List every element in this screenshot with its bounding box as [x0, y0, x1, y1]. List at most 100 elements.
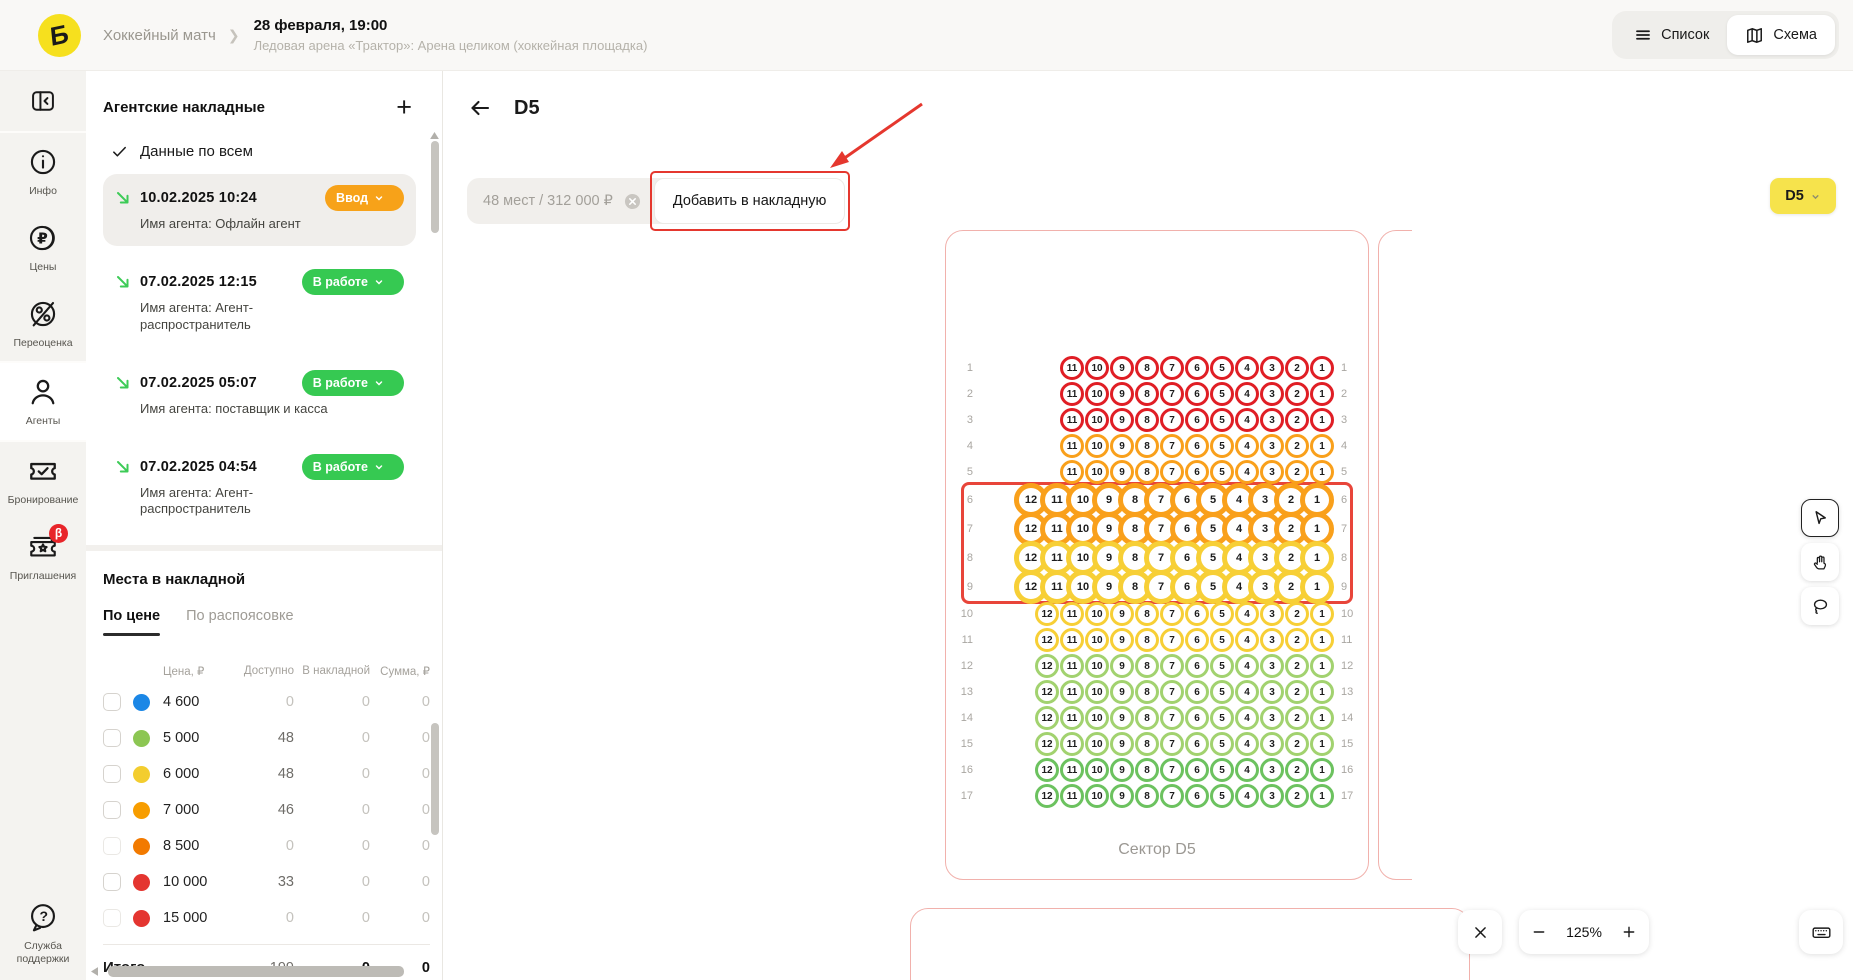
seat-row12-7[interactable]: 7 [1160, 654, 1184, 678]
seat-row15-10[interactable]: 10 [1085, 732, 1109, 756]
seat-row16-2[interactable]: 2 [1285, 758, 1309, 782]
price-row-checkbox[interactable] [103, 729, 121, 747]
seat-row1-11[interactable]: 11 [1060, 356, 1084, 380]
seat-row2-8[interactable]: 8 [1135, 382, 1159, 406]
seat-row12-12[interactable]: 12 [1035, 654, 1059, 678]
seat-row5-8[interactable]: 8 [1135, 460, 1159, 484]
seat-row1-2[interactable]: 2 [1285, 356, 1309, 380]
seat-row1-9[interactable]: 9 [1110, 356, 1134, 380]
seat-row15-9[interactable]: 9 [1110, 732, 1134, 756]
seat-row5-11[interactable]: 11 [1060, 460, 1084, 484]
select-tool-button[interactable] [1801, 499, 1839, 537]
sector-map[interactable]: 1111098765432112111098765432123111098765… [945, 230, 1369, 880]
seat-row15-6[interactable]: 6 [1185, 732, 1209, 756]
seat-row5-6[interactable]: 6 [1185, 460, 1209, 484]
seat-row17-7[interactable]: 7 [1160, 784, 1184, 808]
price-row-checkbox[interactable] [103, 837, 121, 855]
seat-row16-12[interactable]: 12 [1035, 758, 1059, 782]
sidebar-item-prices[interactable]: ₽Цены [0, 209, 86, 285]
seat-row15-8[interactable]: 8 [1135, 732, 1159, 756]
seat-row10-7[interactable]: 7 [1160, 602, 1184, 626]
seat-row11-10[interactable]: 10 [1085, 628, 1109, 652]
seat-row1-4[interactable]: 4 [1235, 356, 1259, 380]
seat-row3-9[interactable]: 9 [1110, 408, 1134, 432]
zoom-in-icon[interactable] [1621, 924, 1637, 940]
seat-row14-9[interactable]: 9 [1110, 706, 1134, 730]
seat-row3-3[interactable]: 3 [1260, 408, 1284, 432]
pan-tool-button[interactable] [1801, 543, 1839, 581]
seat-row10-1[interactable]: 1 [1310, 602, 1334, 626]
invoice-status-badge[interactable]: Ввод [325, 185, 404, 211]
app-logo[interactable]: Б [38, 14, 81, 57]
seat-row5-9[interactable]: 9 [1110, 460, 1134, 484]
seat-row5-10[interactable]: 10 [1085, 460, 1109, 484]
neighbor-sector-bottom[interactable] [910, 908, 1470, 980]
price-row-checkbox[interactable] [103, 765, 121, 783]
seat-row1-3[interactable]: 3 [1260, 356, 1284, 380]
seat-row14-1[interactable]: 1 [1310, 706, 1334, 730]
seat-row10-6[interactable]: 6 [1185, 602, 1209, 626]
seat-row16-5[interactable]: 5 [1210, 758, 1234, 782]
scroll-left-icon[interactable] [91, 967, 98, 976]
seat-row5-5[interactable]: 5 [1210, 460, 1234, 484]
seat-row4-9[interactable]: 9 [1110, 434, 1134, 458]
tab-by-zones[interactable]: По распоясовке [186, 608, 293, 636]
seat-row17-3[interactable]: 3 [1260, 784, 1284, 808]
seat-row11-7[interactable]: 7 [1160, 628, 1184, 652]
seat-row15-4[interactable]: 4 [1235, 732, 1259, 756]
seat-row15-12[interactable]: 12 [1035, 732, 1059, 756]
seat-row3-5[interactable]: 5 [1210, 408, 1234, 432]
seat-row2-11[interactable]: 11 [1060, 382, 1084, 406]
seat-row16-6[interactable]: 6 [1185, 758, 1209, 782]
seat-row11-4[interactable]: 4 [1235, 628, 1259, 652]
seat-row2-6[interactable]: 6 [1185, 382, 1209, 406]
seat-row17-5[interactable]: 5 [1210, 784, 1234, 808]
invoice-item[interactable]: 10.02.2025 10:24ВводИмя агента: Офлайн а… [103, 174, 416, 246]
seat-row4-2[interactable]: 2 [1285, 434, 1309, 458]
seat-row3-6[interactable]: 6 [1185, 408, 1209, 432]
seat-row3-1[interactable]: 1 [1310, 408, 1334, 432]
breadcrumb-label[interactable]: Хоккейный матч [103, 27, 216, 44]
seat-row13-5[interactable]: 5 [1210, 680, 1234, 704]
seat-row17-8[interactable]: 8 [1135, 784, 1159, 808]
seat-row11-8[interactable]: 8 [1135, 628, 1159, 652]
invoice-item[interactable]: 07.02.2025 04:54В работеИмя агента: Аген… [103, 443, 416, 532]
seat-row17-9[interactable]: 9 [1110, 784, 1134, 808]
zoom-out-icon[interactable] [1531, 924, 1547, 940]
seat-row17-6[interactable]: 6 [1185, 784, 1209, 808]
seat-row14-11[interactable]: 11 [1060, 706, 1084, 730]
seat-row5-1[interactable]: 1 [1310, 460, 1334, 484]
seat-row10-12[interactable]: 12 [1035, 602, 1059, 626]
seat-row15-11[interactable]: 11 [1060, 732, 1084, 756]
seat-row12-10[interactable]: 10 [1085, 654, 1109, 678]
seat-row11-6[interactable]: 6 [1185, 628, 1209, 652]
sidebar-item-booking[interactable]: Бронирование [0, 442, 86, 518]
seat-row12-9[interactable]: 9 [1110, 654, 1134, 678]
seat-row10-2[interactable]: 2 [1285, 602, 1309, 626]
seat-row13-3[interactable]: 3 [1260, 680, 1284, 704]
seat-row16-11[interactable]: 11 [1060, 758, 1084, 782]
seat-row13-7[interactable]: 7 [1160, 680, 1184, 704]
seat-row13-2[interactable]: 2 [1285, 680, 1309, 704]
seat-row2-5[interactable]: 5 [1210, 382, 1234, 406]
price-row-checkbox[interactable] [103, 801, 121, 819]
seat-row15-5[interactable]: 5 [1210, 732, 1234, 756]
add-to-invoice-button[interactable]: Добавить в накладную [654, 178, 846, 224]
seat-row3-11[interactable]: 11 [1060, 408, 1084, 432]
seat-row4-10[interactable]: 10 [1085, 434, 1109, 458]
invoice-list-scrollbar[interactable] [431, 141, 439, 233]
seat-row13-8[interactable]: 8 [1135, 680, 1159, 704]
seat-row2-7[interactable]: 7 [1160, 382, 1184, 406]
seat-row14-5[interactable]: 5 [1210, 706, 1234, 730]
seat-row4-11[interactable]: 11 [1060, 434, 1084, 458]
seat-row16-4[interactable]: 4 [1235, 758, 1259, 782]
seat-row1-1[interactable]: 1 [1310, 356, 1334, 380]
seat-row12-6[interactable]: 6 [1185, 654, 1209, 678]
invoice-status-badge[interactable]: В работе [302, 454, 404, 480]
seat-row14-4[interactable]: 4 [1235, 706, 1259, 730]
seat-row13-4[interactable]: 4 [1235, 680, 1259, 704]
seat-row16-8[interactable]: 8 [1135, 758, 1159, 782]
price-row-checkbox[interactable] [103, 873, 121, 891]
seat-row11-2[interactable]: 2 [1285, 628, 1309, 652]
seat-row1-7[interactable]: 7 [1160, 356, 1184, 380]
